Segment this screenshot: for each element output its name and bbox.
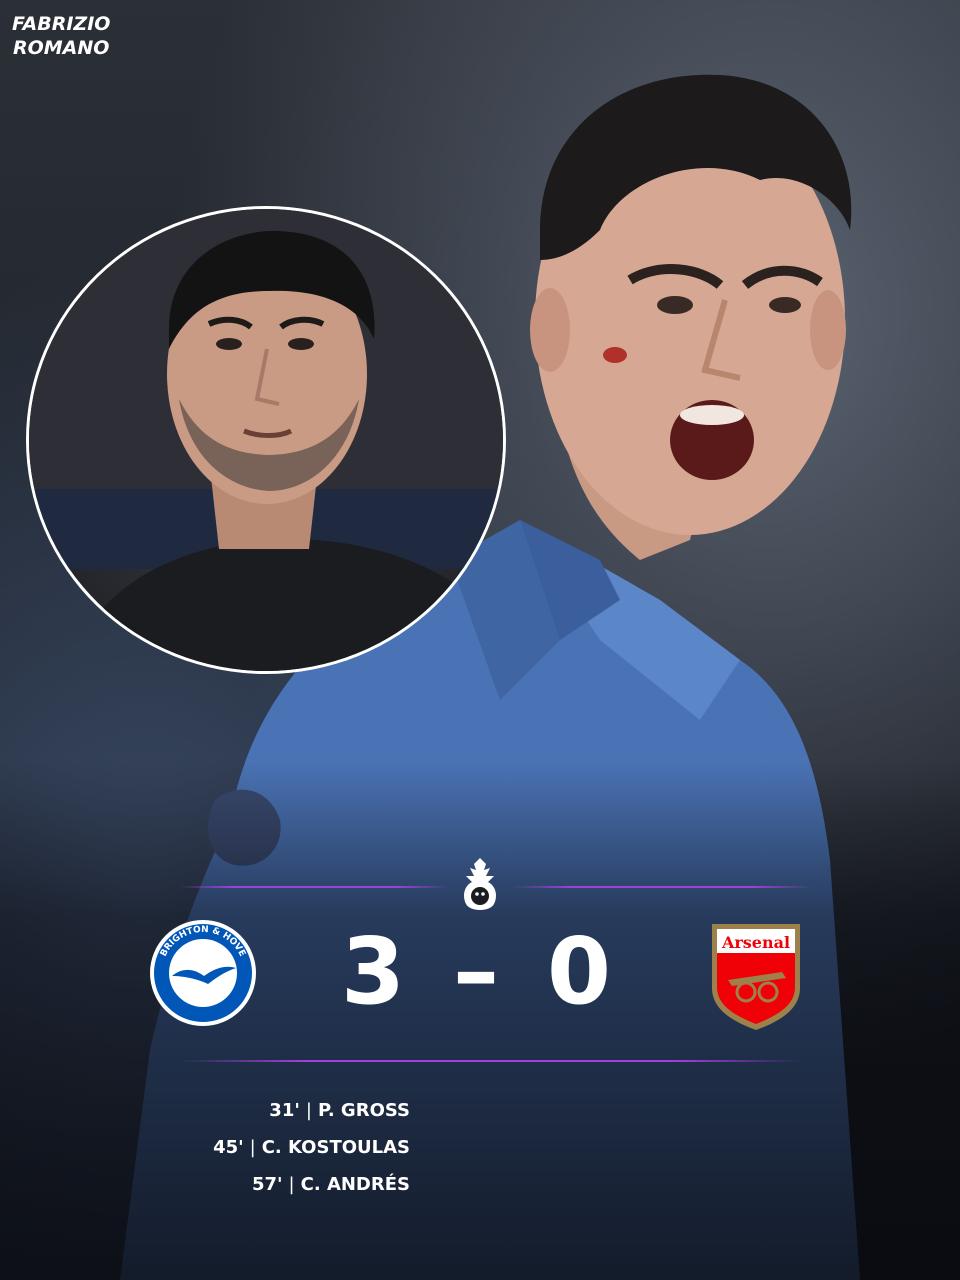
goal-minute: 31' — [269, 1100, 300, 1121]
scorer-row: 31' | P. GROSS — [150, 1092, 410, 1129]
goal-minute: 45' — [213, 1137, 244, 1158]
manager-inset-photo — [26, 206, 506, 674]
arsenal-crest-icon: Arsenal — [712, 924, 800, 1030]
separator: | — [288, 1174, 295, 1195]
top-divider-left — [180, 886, 450, 888]
away-crest-text: Arsenal — [721, 933, 790, 952]
goal-scorer-name: P. GROSS — [317, 1100, 410, 1121]
goal-scorers-list: 31' | P. GROSS 45' | C. KOSTOULAS 57' | C. AND… — [150, 1092, 410, 1203]
premier-league-lion-icon — [464, 858, 496, 910]
goal-scorer-name: C. ANDRÉS — [300, 1174, 410, 1195]
brand-line-1: FABRIZIO — [12, 13, 111, 35]
separator: | — [249, 1137, 256, 1158]
brighton-crest-icon: BRIGHTON & HOVE ALBION — [150, 920, 256, 1026]
separator: | — [305, 1100, 312, 1121]
goal-scorer-name: C. KOSTOULAS — [261, 1137, 410, 1158]
match-result-graphic: FABRIZIO ROMANO BRIGHTON & HOVE ALBION 3… — [0, 0, 960, 1280]
brand-line-2: ROMANO — [12, 37, 110, 59]
top-divider-right — [512, 886, 812, 888]
scorer-row: 45' | C. KOSTOULAS — [150, 1129, 410, 1166]
final-score: 3 – 0 — [340, 918, 620, 1025]
brand-watermark: FABRIZIO ROMANO — [12, 12, 110, 60]
bottom-divider — [180, 1060, 800, 1062]
scorer-row: 57' | C. ANDRÉS — [150, 1166, 410, 1203]
goal-minute: 57' — [251, 1174, 283, 1195]
